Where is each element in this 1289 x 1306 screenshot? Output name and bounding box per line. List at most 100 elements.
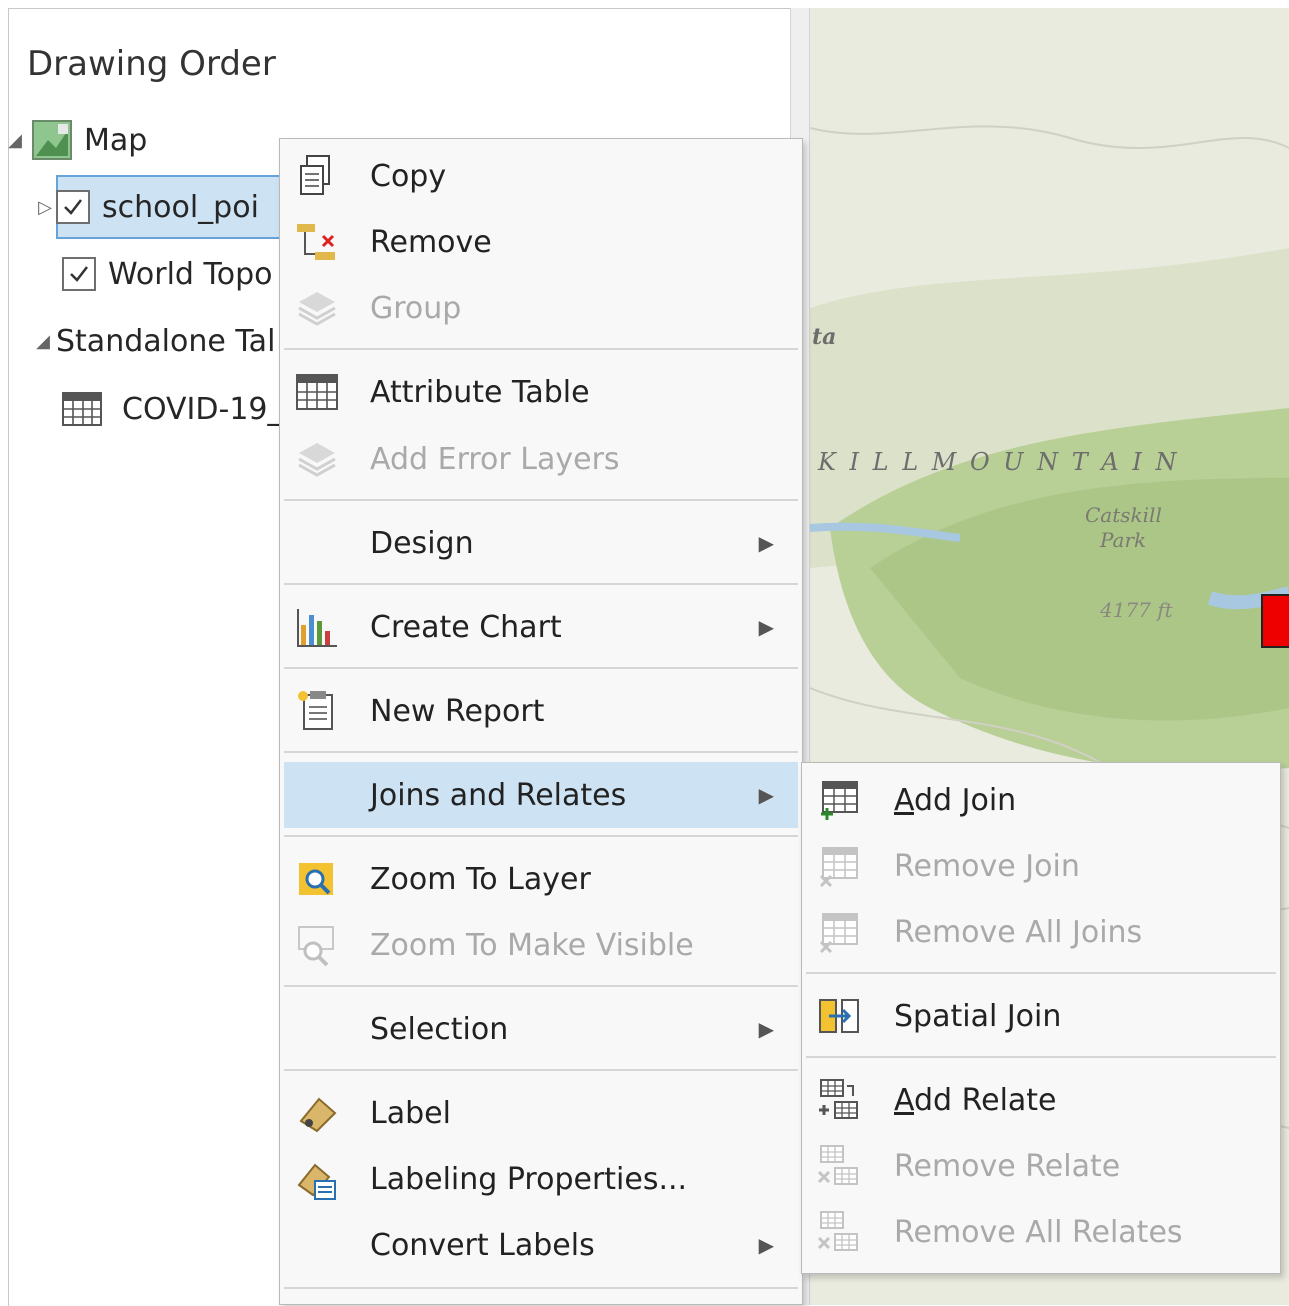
collapse-caret-icon[interactable]: ◢ (8, 130, 22, 151)
submenu-arrow-icon: ▶ (758, 531, 774, 555)
menu-label: Remove Join (894, 848, 1080, 884)
menu-item-label[interactable]: Label (284, 1080, 798, 1146)
menu-separator (284, 985, 798, 987)
menu-item-joins-and-relates[interactable]: Joins and Relates ▶ (284, 762, 798, 828)
tree-item-covid-table[interactable]: COVID-19_ (62, 384, 283, 434)
menu-item-attribute-table[interactable]: Attribute Table (284, 359, 798, 425)
menu-separator (284, 348, 798, 350)
menu-item-design[interactable]: Design ▶ (284, 510, 798, 576)
map-label-catskill: Catskill (1085, 503, 1162, 527)
map-label-fragment: ta (812, 324, 837, 350)
joins-relates-submenu: Add Join Remove Join Remove All Joins Sp… (801, 762, 1281, 1274)
submenu-arrow-icon: ▶ (758, 615, 774, 639)
layer-context-menu: Copy Remove Group Attribute Table Add Er… (279, 138, 803, 1305)
menu-item-remove-all-relates[interactable]: Remove All Relates (806, 1199, 1276, 1265)
menu-label: Remove All Relates (894, 1214, 1183, 1250)
visibility-checkbox[interactable] (62, 257, 96, 291)
tree-label-world-topo: World Topo (108, 256, 273, 292)
submenu-arrow-icon: ▶ (758, 1233, 774, 1257)
menu-separator (284, 667, 798, 669)
menu-item-convert-labels[interactable]: Convert Labels ▶ (284, 1212, 798, 1278)
menu-label: Design (370, 525, 474, 561)
tree-label-map: Map (84, 122, 148, 158)
map-label-elevation: 4177 ft (1100, 598, 1173, 622)
menu-label: Convert Labels (370, 1227, 595, 1263)
menu-label: Remove (370, 224, 492, 260)
menu-separator (284, 499, 798, 501)
menu-item-add-error-layers[interactable]: Add Error Layers (284, 426, 798, 492)
menu-item-add-relate[interactable]: Add Relate (806, 1067, 1276, 1133)
menu-label: Add Relate (894, 1082, 1057, 1118)
menu-label: Remove All Joins (894, 914, 1143, 950)
error-layers-icon (294, 436, 340, 482)
zoom-visible-icon (294, 922, 340, 968)
menu-item-zoom-to-layer[interactable]: Zoom To Layer (284, 846, 798, 912)
remove-join-icon (816, 843, 862, 889)
remove-relate-icon (816, 1143, 862, 1189)
menu-separator (284, 1069, 798, 1071)
visibility-checkbox[interactable] (56, 190, 90, 224)
zoom-to-layer-icon (294, 856, 340, 902)
menu-item-zoom-to-make-visible[interactable]: Zoom To Make Visible (284, 912, 798, 978)
menu-item-new-report[interactable]: New Report (284, 678, 798, 744)
menu-separator (806, 972, 1276, 974)
menu-label: Zoom To Make Visible (370, 927, 694, 963)
tree-item-school-poi[interactable]: ▷ school_poi (34, 182, 259, 232)
remove-all-joins-icon (816, 909, 862, 955)
pane-title: Drawing Order (27, 44, 276, 84)
menu-item-create-chart[interactable]: Create Chart ▶ (284, 594, 798, 660)
remove-all-relates-icon (816, 1209, 862, 1255)
menu-separator (284, 751, 798, 753)
remove-layer-icon (294, 219, 340, 265)
tree-label-covid: COVID-19_ (122, 391, 283, 427)
menu-separator (284, 835, 798, 837)
tree-item-standalone-tables[interactable]: ◢ Standalone Tal (30, 316, 275, 366)
menu-label: Group (370, 290, 462, 326)
group-layers-icon (294, 285, 340, 331)
map-icon (32, 120, 72, 160)
add-relate-icon (816, 1077, 862, 1123)
tree-item-map[interactable]: ◢ Map (8, 115, 147, 165)
menu-label: Zoom To Layer (370, 861, 591, 897)
menu-label: Spatial Join (894, 998, 1062, 1034)
menu-item-copy[interactable]: Copy (284, 143, 798, 209)
menu-item-remove-all-joins[interactable]: Remove All Joins (806, 899, 1276, 965)
tree-label-school-poi: school_poi (102, 189, 259, 225)
tree-label-standalone: Standalone Tal (56, 323, 276, 359)
report-icon (294, 688, 340, 734)
menu-item-spatial-join[interactable]: Spatial Join (806, 983, 1276, 1049)
menu-item-labeling-properties[interactable]: Labeling Properties... (284, 1146, 798, 1212)
collapse-caret-icon[interactable]: ◢ (30, 331, 56, 352)
map-label-park: Park (1100, 528, 1147, 552)
chart-icon (294, 604, 340, 650)
copy-icon (294, 153, 340, 199)
menu-label: New Report (370, 693, 545, 729)
menu-label: Attribute Table (370, 374, 590, 410)
menu-label: Add Error Layers (370, 441, 620, 477)
menu-label: Label (370, 1095, 451, 1131)
expand-caret-icon[interactable]: ▷ (34, 197, 56, 218)
menu-label: Remove Relate (894, 1148, 1121, 1184)
tree-item-world-topo[interactable]: World Topo (56, 249, 273, 299)
submenu-arrow-icon: ▶ (758, 783, 774, 807)
menu-separator (284, 583, 798, 585)
menu-label: Copy (370, 158, 447, 194)
menu-label: Add Join (894, 782, 1017, 818)
table-icon (294, 369, 340, 415)
menu-item-group[interactable]: Group (284, 275, 798, 341)
menu-item-remove-relate[interactable]: Remove Relate (806, 1133, 1276, 1199)
menu-label: Selection (370, 1011, 509, 1047)
submenu-arrow-icon: ▶ (758, 1017, 774, 1041)
menu-item-remove-join[interactable]: Remove Join (806, 833, 1276, 899)
spatial-join-icon (816, 993, 862, 1039)
map-feature-marker[interactable] (1261, 594, 1289, 648)
menu-item-selection[interactable]: Selection ▶ (284, 996, 798, 1062)
label-icon (294, 1090, 340, 1136)
menu-separator (806, 1056, 1276, 1058)
menu-label: Create Chart (370, 609, 562, 645)
menu-label: Labeling Properties... (370, 1161, 688, 1197)
menu-label: Joins and Relates (370, 777, 627, 813)
menu-separator (284, 1287, 798, 1289)
menu-item-add-join[interactable]: Add Join (806, 767, 1276, 833)
menu-item-remove[interactable]: Remove (284, 209, 798, 275)
